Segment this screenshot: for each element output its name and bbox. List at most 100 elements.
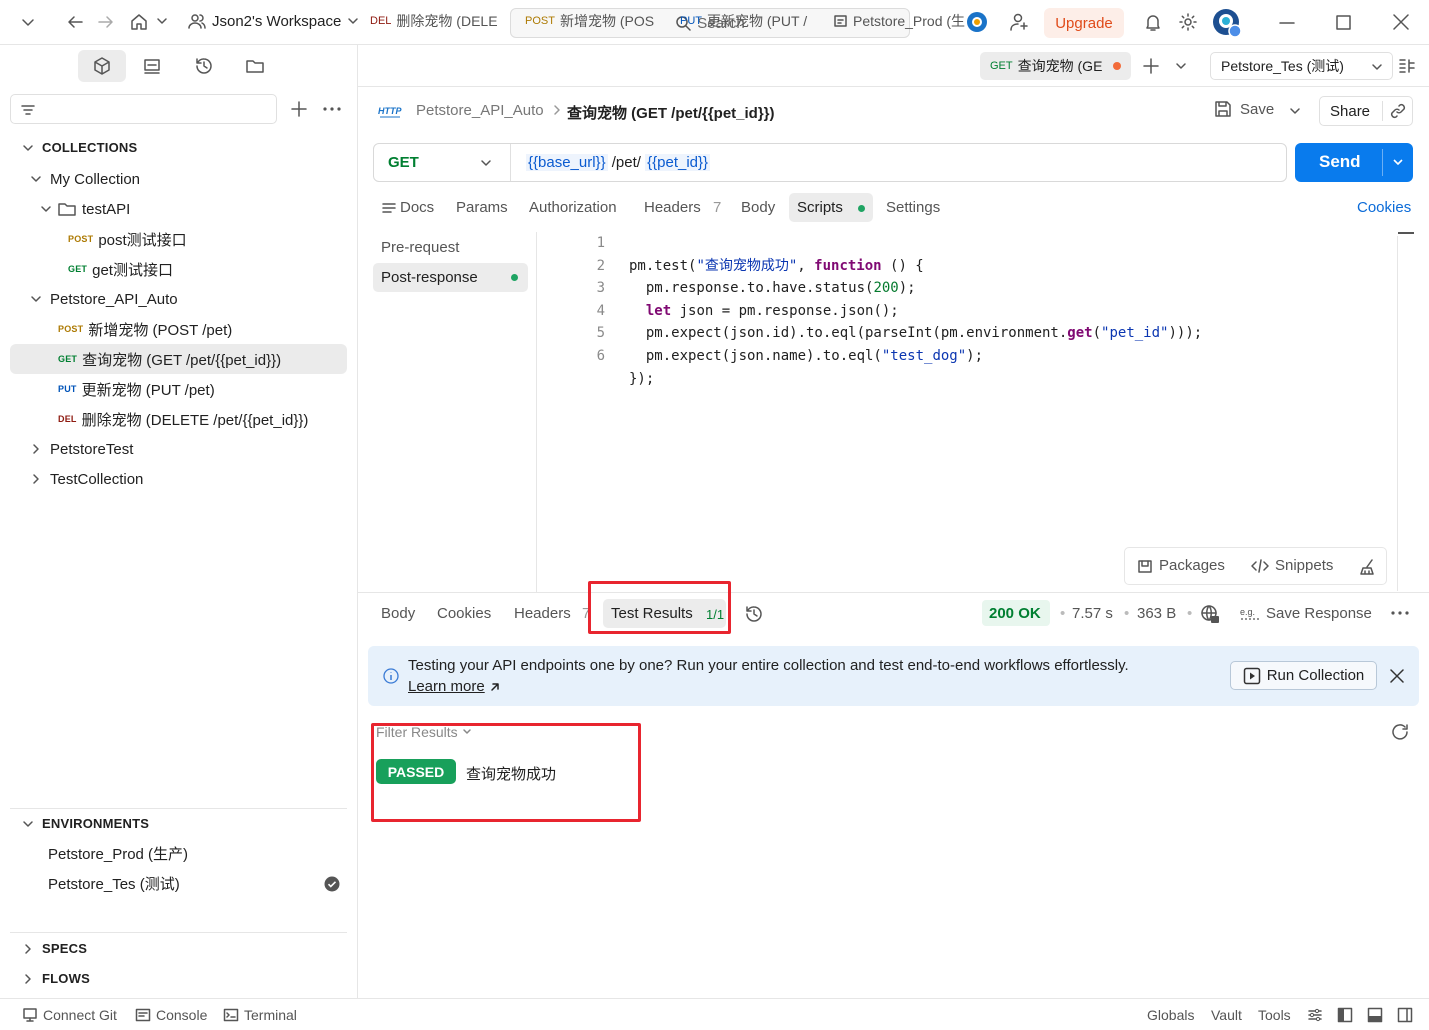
url-input[interactable]: {{base_url}} /pet/ {{pet_id}} — [526, 144, 711, 181]
console-button[interactable]: Console — [156, 1007, 207, 1023]
back-arrow-icon[interactable] — [66, 14, 84, 30]
tab-update-pet[interactable]: PUT 更新宠物 (PUT / — [668, 0, 816, 42]
response-time[interactable]: 7.57 s — [1072, 605, 1113, 622]
tree-request-get-pet-selected[interactable]: GET 查询宠物 (GET /pet/{{pet_id}}) — [10, 344, 347, 374]
code-content[interactable]: pm.test("查询宠物成功", function () { pm.respo… — [629, 232, 1202, 413]
copy-link-icon[interactable] — [1390, 103, 1406, 119]
response-tab-body[interactable]: Body — [381, 605, 415, 622]
response-history-icon[interactable] — [744, 604, 764, 624]
editor-scrollbar[interactable] — [1398, 232, 1414, 234]
tab-body[interactable]: Body — [741, 199, 775, 216]
tree-request-delete-pet[interactable]: DEL 删除宠物 (DELETE /pet/{{pet_id}}) — [58, 404, 308, 434]
tree-my-collection[interactable]: My Collection — [30, 164, 140, 194]
response-tab-cookies[interactable]: Cookies — [437, 605, 491, 622]
packages-button[interactable]: Packages — [1137, 557, 1225, 574]
tree-testcollection[interactable]: TestCollection — [30, 464, 143, 494]
refresh-icon[interactable] — [1390, 722, 1410, 742]
chevron-down-icon — [480, 157, 492, 169]
tree-petstoretest[interactable]: PetstoreTest — [30, 434, 133, 464]
menu-chevron-icon[interactable] — [20, 14, 36, 30]
send-button[interactable]: Send — [1319, 152, 1361, 172]
maximize-window-icon[interactable] — [1335, 14, 1353, 32]
upgrade-button[interactable]: Upgrade — [1044, 8, 1124, 38]
tab-add-pet[interactable]: POST 新增宠物 (POS — [513, 0, 665, 42]
url-variable-base[interactable]: {{base_url}} — [526, 154, 608, 171]
network-globe-icon[interactable] — [1200, 604, 1220, 624]
history-icon[interactable] — [194, 56, 214, 76]
env-petstore-test[interactable]: Petstore_Tes (测试) — [48, 868, 180, 898]
specs-label: SPECS — [42, 941, 88, 956]
learn-more-link[interactable]: Learn more — [408, 678, 501, 695]
env-petstore-prod[interactable]: Petstore_Prod (生产) — [48, 838, 188, 868]
environments-icon[interactable] — [142, 56, 162, 76]
breadcrumb-parent[interactable]: Petstore_API_Auto — [416, 102, 544, 119]
tree-request-add-pet[interactable]: POST 新增宠物 (POST /pet) — [58, 314, 232, 344]
toggle-bottom-panel-icon[interactable] — [1367, 1007, 1383, 1023]
connect-git-button[interactable]: Connect Git — [43, 1007, 117, 1023]
snippets-button[interactable]: Snippets — [1251, 557, 1333, 574]
url-variable-pet-id[interactable]: {{pet_id}} — [645, 154, 711, 171]
terminal-button[interactable]: Terminal — [244, 1007, 297, 1023]
save-chevron-icon[interactable] — [1289, 105, 1301, 117]
tab-headers[interactable]: Headers — [644, 199, 701, 216]
home-icon[interactable] — [130, 13, 148, 31]
save-button[interactable]: Save — [1214, 100, 1274, 118]
method-select[interactable]: GET — [374, 144, 511, 181]
toggle-sidebar-icon[interactable] — [1337, 1007, 1353, 1023]
tab-authorization[interactable]: Authorization — [529, 199, 617, 216]
environment-selector[interactable]: Petstore_Tes (测试) — [1210, 52, 1393, 80]
send-options-chevron-icon[interactable] — [1392, 156, 1404, 168]
specs-section-header[interactable]: SPECS — [22, 941, 87, 956]
tab-delete-pet[interactable]: DEL 删除宠物 (DELE — [358, 0, 510, 42]
tab-docs[interactable]: Docs — [400, 199, 434, 216]
tree-request-post-test[interactable]: POST post测试接口 — [68, 224, 187, 254]
sidebar-filter-input[interactable] — [10, 94, 277, 124]
share-button[interactable]: Share — [1330, 103, 1370, 120]
collections-section-header[interactable]: COLLECTIONS — [22, 140, 137, 155]
tools-button[interactable]: Tools — [1258, 1007, 1291, 1023]
add-collection-plus-icon[interactable] — [290, 100, 308, 118]
save-response-button[interactable]: Save Response — [1266, 605, 1372, 622]
tree-request-get-test[interactable]: GET get测试接口 — [68, 254, 173, 284]
cookies-link[interactable]: Cookies — [1357, 199, 1411, 216]
close-window-icon[interactable] — [1392, 13, 1410, 31]
tree-petstore-api-auto[interactable]: Petstore_API_Auto — [30, 284, 178, 314]
sliders-icon[interactable] — [1307, 1007, 1323, 1023]
vault-button[interactable]: Vault — [1211, 1007, 1242, 1023]
home-chevron-icon[interactable] — [156, 15, 168, 27]
environments-section-header[interactable]: ENVIRONMENTS — [22, 816, 149, 831]
new-tab-plus-icon[interactable] — [1142, 57, 1160, 75]
tab-get-pet-active[interactable]: GET 查询宠物 (GE — [980, 52, 1131, 80]
broom-clean-icon[interactable] — [1360, 559, 1378, 575]
pre-request-tab[interactable]: Pre-request — [381, 239, 459, 256]
tree-testapi-folder[interactable]: testAPI — [40, 194, 130, 224]
settings-gear-icon[interactable] — [1178, 12, 1198, 32]
tab-params[interactable]: Params — [456, 199, 508, 216]
env-quicklook-icon[interactable] — [1398, 57, 1416, 75]
collections-cube-icon[interactable] — [92, 56, 112, 76]
status-code[interactable]: 200 OK — [989, 605, 1041, 622]
close-banner-icon[interactable] — [1389, 668, 1405, 684]
more-options-icon[interactable] — [322, 100, 342, 118]
user-avatar[interactable] — [1212, 8, 1242, 38]
tab-scripts[interactable]: Scripts — [797, 199, 843, 216]
tree-request-update-pet[interactable]: PUT 更新宠物 (PUT /pet) — [58, 374, 215, 404]
post-response-tab[interactable]: Post-response — [381, 269, 478, 286]
more-options-icon[interactable] — [1390, 604, 1410, 622]
tab-petstore-prod-env[interactable]: Petstore_Prod (生 — [822, 0, 970, 42]
forward-arrow-icon[interactable] — [97, 14, 115, 30]
response-tab-headers[interactable]: Headers — [514, 605, 571, 622]
globals-button[interactable]: Globals — [1147, 1007, 1194, 1023]
request-title[interactable]: 查询宠物 (GET /pet/{{pet_id}}) — [567, 102, 775, 123]
tabs-chevron-icon[interactable] — [1175, 60, 1187, 72]
response-size[interactable]: 363 B — [1137, 605, 1176, 622]
workspace-selector[interactable]: Json2's Workspace — [188, 12, 359, 30]
run-collection-button[interactable]: Run Collection — [1230, 661, 1377, 690]
folder-icon[interactable] — [245, 56, 265, 76]
toggle-right-panel-icon[interactable] — [1397, 1007, 1413, 1023]
notifications-bell-icon[interactable] — [1143, 12, 1163, 32]
invite-user-icon[interactable] — [1009, 12, 1029, 32]
flows-section-header[interactable]: FLOWS — [22, 971, 90, 986]
tab-settings[interactable]: Settings — [886, 199, 940, 216]
minimize-window-icon[interactable] — [1278, 14, 1296, 32]
